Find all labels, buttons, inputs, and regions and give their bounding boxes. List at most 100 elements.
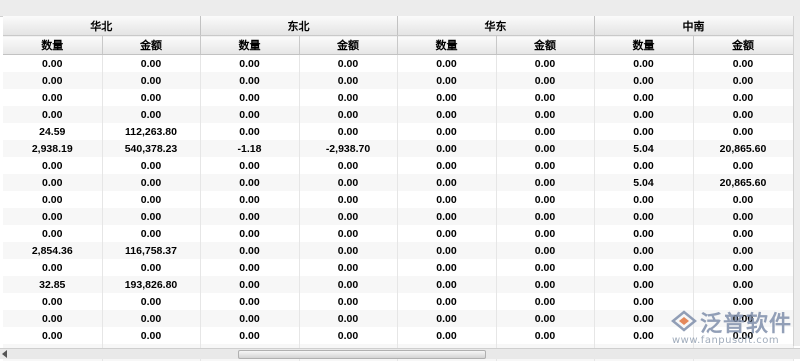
amount-cell[interactable]: 0.00: [102, 191, 200, 208]
amount-cell[interactable]: 0.00: [299, 259, 397, 276]
column-header-quantity[interactable]: 数量: [3, 36, 102, 55]
region-header[interactable]: 华北: [3, 16, 200, 36]
column-header-amount[interactable]: 金额: [693, 36, 793, 55]
table-row[interactable]: 0.000.000.000.000.000.000.000.00: [3, 106, 793, 123]
amount-cell[interactable]: 0.00: [102, 310, 200, 327]
amount-cell[interactable]: -2,938.70: [299, 140, 397, 157]
quantity-cell[interactable]: 0.00: [397, 208, 496, 225]
quantity-cell[interactable]: -1.18: [200, 140, 299, 157]
amount-cell[interactable]: 0.00: [693, 106, 793, 123]
quantity-cell[interactable]: 0.00: [594, 208, 693, 225]
column-header-amount[interactable]: 金额: [102, 36, 200, 55]
amount-cell[interactable]: 0.00: [299, 191, 397, 208]
amount-cell[interactable]: 0.00: [299, 157, 397, 174]
table-row[interactable]: 0.000.000.000.000.000.000.000.00: [3, 157, 793, 174]
amount-cell[interactable]: 0.00: [693, 55, 793, 73]
amount-cell[interactable]: 0.00: [299, 106, 397, 123]
quantity-cell[interactable]: 0.00: [397, 157, 496, 174]
table-row[interactable]: 0.000.000.000.000.000.000.000.00: [3, 55, 793, 73]
amount-cell[interactable]: 0.00: [496, 89, 594, 106]
amount-cell[interactable]: 0.00: [299, 225, 397, 242]
quantity-cell[interactable]: 0.00: [3, 293, 102, 310]
quantity-cell[interactable]: 0.00: [397, 276, 496, 293]
amount-cell[interactable]: 0.00: [496, 259, 594, 276]
quantity-cell[interactable]: 0.00: [200, 242, 299, 259]
amount-cell[interactable]: 0.00: [496, 225, 594, 242]
amount-cell[interactable]: 20,865.60: [693, 174, 793, 191]
quantity-cell[interactable]: 0.00: [200, 327, 299, 344]
quantity-cell[interactable]: 0.00: [397, 72, 496, 89]
amount-cell[interactable]: 0.00: [693, 157, 793, 174]
quantity-cell[interactable]: 0.00: [397, 55, 496, 73]
quantity-cell[interactable]: 0.00: [3, 259, 102, 276]
amount-cell[interactable]: 0.00: [299, 276, 397, 293]
quantity-cell[interactable]: 0.00: [3, 106, 102, 123]
quantity-cell[interactable]: 0.00: [397, 174, 496, 191]
quantity-cell[interactable]: 2,938.19: [3, 140, 102, 157]
amount-cell[interactable]: 0.00: [102, 259, 200, 276]
amount-cell[interactable]: 0.00: [496, 276, 594, 293]
quantity-cell[interactable]: 0.00: [3, 327, 102, 344]
amount-cell[interactable]: 0.00: [693, 259, 793, 276]
amount-cell[interactable]: 0.00: [299, 327, 397, 344]
amount-cell[interactable]: 0.00: [496, 123, 594, 140]
quantity-cell[interactable]: 0.00: [200, 89, 299, 106]
column-header-amount[interactable]: 金额: [496, 36, 594, 55]
quantity-cell[interactable]: 0.00: [594, 89, 693, 106]
table-row[interactable]: 32.85193,826.800.000.000.000.000.000.00: [3, 276, 793, 293]
quantity-cell[interactable]: 0.00: [200, 106, 299, 123]
quantity-cell[interactable]: 0.00: [3, 157, 102, 174]
quantity-cell[interactable]: 0.00: [397, 293, 496, 310]
quantity-cell[interactable]: 0.00: [397, 106, 496, 123]
amount-cell[interactable]: 0.00: [496, 242, 594, 259]
amount-cell[interactable]: 0.00: [496, 72, 594, 89]
quantity-cell[interactable]: 0.00: [200, 310, 299, 327]
quantity-cell[interactable]: 24.59: [3, 123, 102, 140]
quantity-cell[interactable]: 0.00: [594, 106, 693, 123]
amount-cell[interactable]: 0.00: [496, 310, 594, 327]
quantity-cell[interactable]: 0.00: [3, 225, 102, 242]
table-row[interactable]: 0.000.000.000.000.000.000.000.00: [3, 259, 793, 276]
quantity-cell[interactable]: 0.00: [397, 123, 496, 140]
amount-cell[interactable]: 0.00: [102, 225, 200, 242]
quantity-cell[interactable]: 0.00: [3, 72, 102, 89]
column-header-quantity[interactable]: 数量: [397, 36, 496, 55]
amount-cell[interactable]: 0.00: [299, 72, 397, 89]
vertical-scrollbar[interactable]: [793, 16, 800, 346]
table-row[interactable]: 0.000.000.000.000.000.000.000.00: [3, 208, 793, 225]
amount-cell[interactable]: 0.00: [102, 72, 200, 89]
quantity-cell[interactable]: 0.00: [200, 276, 299, 293]
quantity-cell[interactable]: 0.00: [3, 55, 102, 73]
quantity-cell[interactable]: 0.00: [594, 242, 693, 259]
amount-cell[interactable]: 0.00: [102, 208, 200, 225]
amount-cell[interactable]: 0.00: [693, 72, 793, 89]
region-header[interactable]: 中南: [594, 16, 793, 36]
amount-cell[interactable]: 0.00: [496, 327, 594, 344]
amount-cell[interactable]: 0.00: [102, 157, 200, 174]
amount-cell[interactable]: 0.00: [496, 106, 594, 123]
table-row[interactable]: 2,938.19540,378.23-1.18-2,938.700.000.00…: [3, 140, 793, 157]
amount-cell[interactable]: 0.00: [496, 191, 594, 208]
amount-cell[interactable]: 112,263.80: [102, 123, 200, 140]
quantity-cell[interactable]: 0.00: [200, 191, 299, 208]
amount-cell[interactable]: 0.00: [496, 157, 594, 174]
quantity-cell[interactable]: 0.00: [200, 225, 299, 242]
amount-cell[interactable]: 0.00: [299, 174, 397, 191]
quantity-cell[interactable]: 0.00: [200, 174, 299, 191]
quantity-cell[interactable]: 0.00: [594, 55, 693, 73]
quantity-cell[interactable]: 32.85: [3, 276, 102, 293]
amount-cell[interactable]: 0.00: [299, 123, 397, 140]
quantity-cell[interactable]: 0.00: [200, 123, 299, 140]
quantity-cell[interactable]: 0.00: [594, 276, 693, 293]
column-header-quantity[interactable]: 数量: [594, 36, 693, 55]
quantity-cell[interactable]: 0.00: [200, 157, 299, 174]
amount-cell[interactable]: 0.00: [496, 55, 594, 73]
quantity-cell[interactable]: 0.00: [397, 140, 496, 157]
amount-cell[interactable]: 0.00: [693, 276, 793, 293]
quantity-cell[interactable]: 0.00: [200, 55, 299, 73]
quantity-cell[interactable]: 5.04: [594, 174, 693, 191]
amount-cell[interactable]: 20,865.60: [693, 140, 793, 157]
amount-cell[interactable]: 0.00: [693, 208, 793, 225]
column-header-amount[interactable]: 金额: [299, 36, 397, 55]
quantity-cell[interactable]: 0.00: [397, 225, 496, 242]
